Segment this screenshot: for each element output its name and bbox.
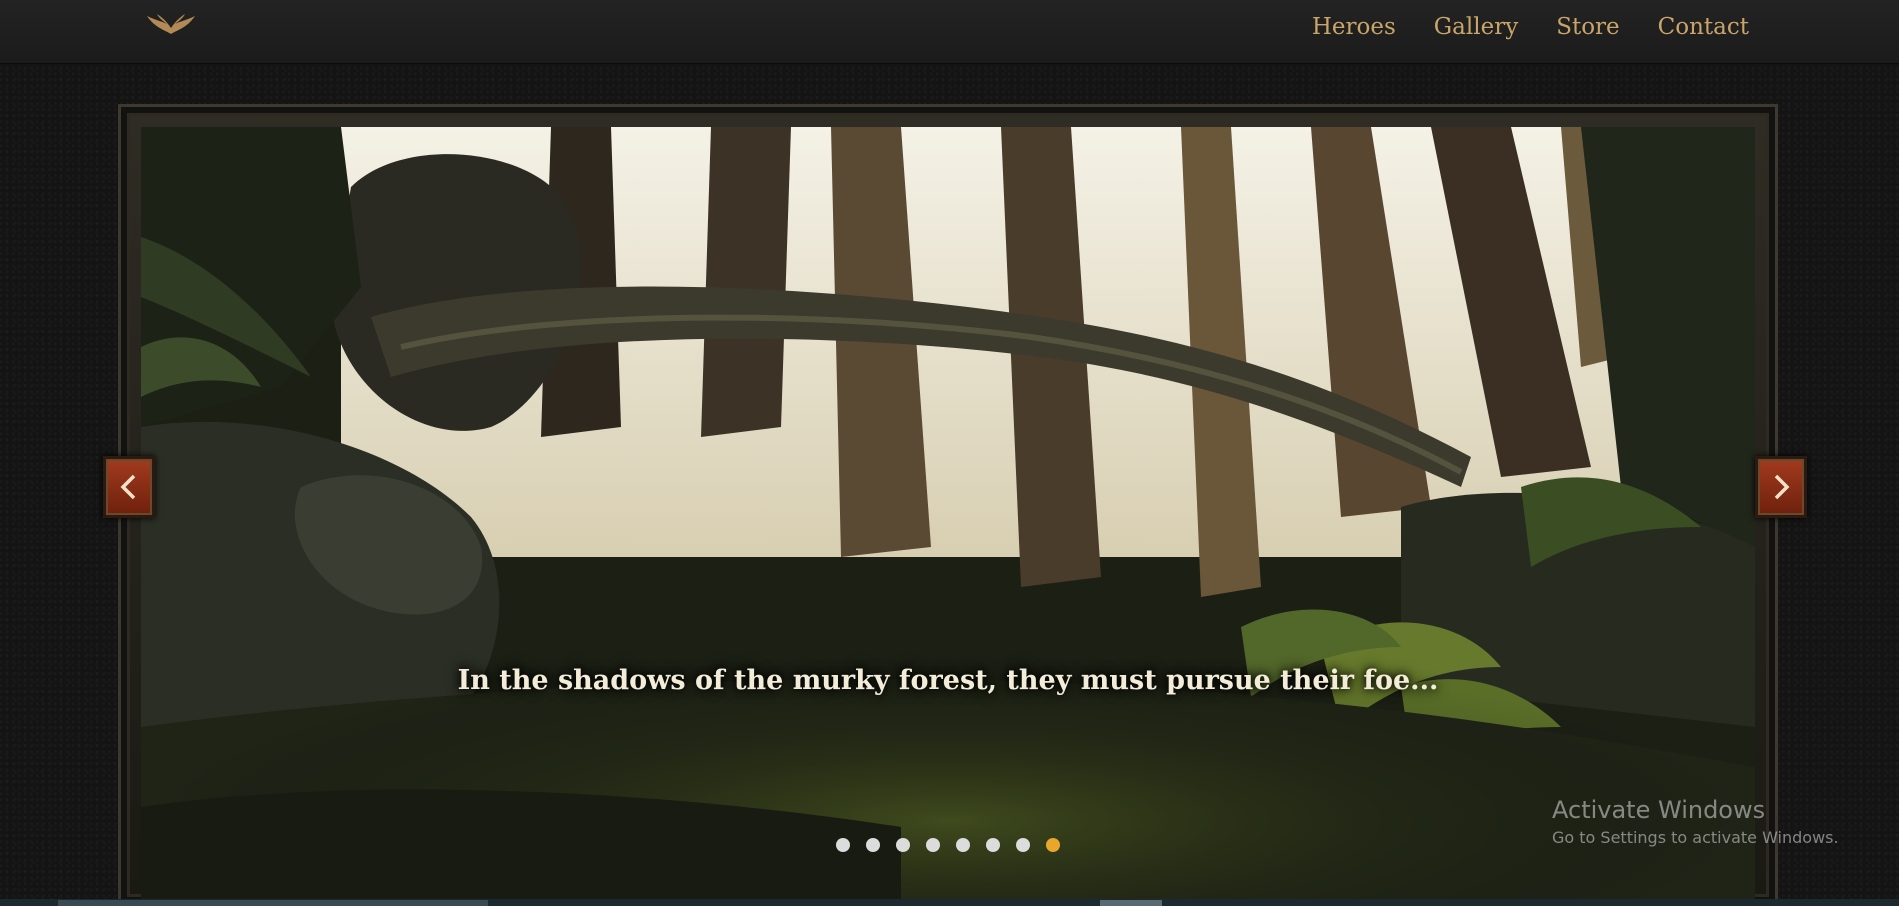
slide-dot-4[interactable] (926, 838, 940, 852)
next-slide-button[interactable] (1755, 456, 1807, 518)
wings-logo-icon[interactable] (145, 12, 197, 40)
slide-dot-5[interactable] (956, 838, 970, 852)
chevron-right-icon (1774, 474, 1790, 500)
watermark-subtitle: Go to Settings to activate Windows. (1552, 828, 1839, 847)
horizontal-scrollbar-thumb[interactable] (1100, 900, 1162, 906)
slide-caption: In the shadows of the murky forest, they… (457, 665, 1439, 696)
nav-heroes[interactable]: Heroes (1312, 14, 1396, 40)
nav-contact[interactable]: Contact (1658, 14, 1749, 40)
slide-indicators (141, 838, 1755, 852)
slide-image: In the shadows of the murky forest, they… (141, 127, 1755, 906)
slide-dot-7[interactable] (1016, 838, 1030, 852)
slide-dot-6[interactable] (986, 838, 1000, 852)
nav-gallery[interactable]: Gallery (1434, 14, 1518, 40)
nav-store[interactable]: Store (1556, 14, 1619, 40)
slide-dot-2[interactable] (866, 838, 880, 852)
prev-slide-button[interactable] (103, 456, 155, 518)
slide-dot-1[interactable] (836, 838, 850, 852)
windows-activation-watermark: Activate Windows Go to Settings to activ… (1552, 796, 1839, 847)
top-navbar: Heroes Gallery Store Contact (0, 0, 1899, 64)
main-nav: Heroes Gallery Store Contact (1312, 14, 1749, 40)
slide-dot-8-active[interactable] (1046, 838, 1060, 852)
horizontal-scrollbar-track[interactable] (58, 900, 488, 906)
slide-dot-3[interactable] (896, 838, 910, 852)
forest-scene-illustration (141, 127, 1755, 906)
chevron-left-icon (120, 474, 136, 500)
watermark-title: Activate Windows (1552, 796, 1766, 824)
